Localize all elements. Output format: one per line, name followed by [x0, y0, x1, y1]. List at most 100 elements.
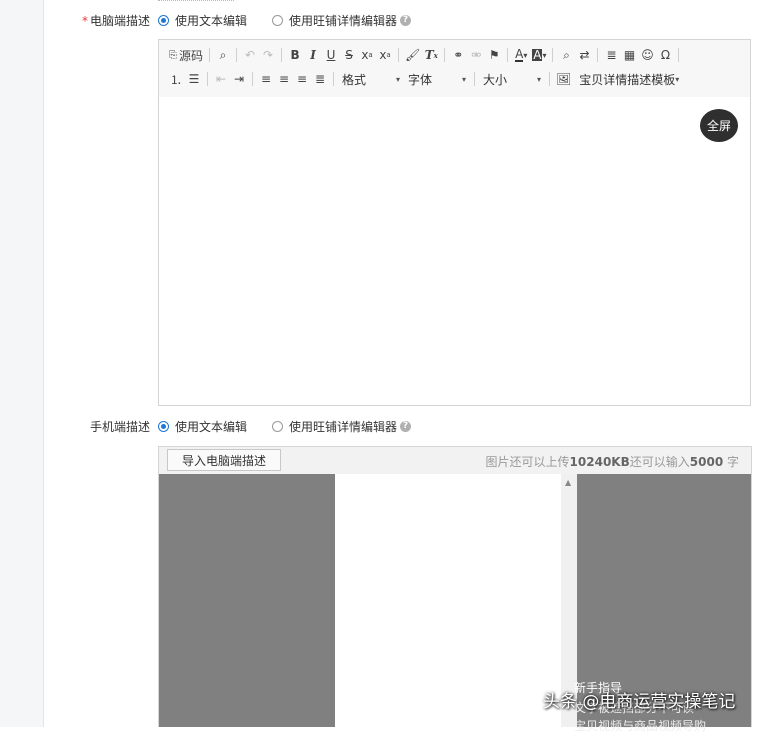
source-label: 源码	[179, 48, 204, 63]
separator	[549, 72, 550, 86]
separator	[552, 48, 554, 62]
watermark-text: 头条 @电商运营实操笔记	[543, 692, 736, 712]
chevron-down-icon: ▾	[395, 74, 400, 84]
align-right-icon[interactable]: ≡	[293, 70, 311, 88]
source-button[interactable]: ⎘ 源码	[167, 46, 205, 64]
editor-toolbar: ⎘ 源码 ⌕ ↶ ↷ B I U S xa xa 🖌 Tx ⚭ ⚮ ⚑ A ▾ A ▾…	[159, 40, 750, 98]
separator	[678, 48, 680, 62]
anchor-flag-icon[interactable]: ⚑	[485, 46, 503, 64]
separator	[252, 72, 253, 86]
chevron-down-icon: ▾	[461, 74, 466, 84]
font-dropdown[interactable]: 字体 ▾	[404, 70, 470, 88]
emoticon-icon[interactable]: ☺	[638, 46, 656, 64]
separator	[474, 72, 475, 86]
pc-radio-wangpu-editor[interactable]: 使用旺铺详情编辑器 ?	[272, 12, 412, 29]
radio-dot	[272, 421, 283, 432]
pc-rich-text-editor: ⎘ 源码 ⌕ ↶ ↷ B I U S xa xa 🖌 Tx ⚭ ⚮ ⚑ A ▾ A ▾…	[158, 39, 751, 406]
import-button-label: 导入电脑端描述	[181, 453, 266, 468]
pc-desc-label-text: 电脑端描述	[89, 14, 150, 28]
quota-suffix: 字	[723, 455, 739, 469]
left-sidebar	[0, 0, 44, 727]
subscript-icon[interactable]: xa	[358, 46, 376, 64]
mobile-desc-label-text: 手机端描述	[89, 420, 150, 434]
scroll-up-icon[interactable]: ▲	[565, 478, 571, 487]
redo-icon[interactable]: ↷	[259, 46, 277, 64]
mobile-preview-canvas[interactable]	[335, 474, 561, 727]
numbered-list-icon[interactable]: ⒈	[167, 70, 185, 88]
format-dropdown[interactable]: 格式 ▾	[338, 70, 404, 88]
font-label: 字体	[408, 72, 433, 87]
strikethrough-icon[interactable]: S	[340, 46, 358, 64]
pc-radio-text-label: 使用文本编辑	[175, 14, 248, 28]
import-pc-desc-button[interactable]: 导入电脑端描述	[167, 449, 281, 471]
quota-image-size: 10240KB	[569, 455, 630, 469]
required-mark: *	[81, 14, 88, 28]
template-label: 宝贝详情描述模板	[579, 72, 676, 87]
radio-dot	[272, 15, 283, 26]
pc-editor-content-area[interactable]: 全屏	[159, 97, 750, 405]
quota-prefix: 图片还可以上传	[485, 455, 570, 469]
size-label: 大小	[483, 72, 508, 87]
format-label: 格式	[342, 72, 367, 87]
italic-icon[interactable]: I	[304, 46, 322, 64]
help-icon[interactable]: ?	[400, 15, 412, 26]
separator	[209, 48, 211, 62]
toolbar-row-1: ⎘ 源码 ⌕ ↶ ↷ B I U S xa xa 🖌 Tx ⚭ ⚮ ⚑ A ▾ A ▾…	[167, 45, 683, 65]
bulleted-list-icon[interactable]: ☰	[185, 70, 203, 88]
chevron-down-icon: ▾	[675, 74, 680, 84]
undo-icon[interactable]: ↶	[241, 46, 259, 64]
clear-format-icon[interactable]: Tx	[422, 46, 440, 64]
align-center-icon[interactable]: ≡	[275, 70, 293, 88]
mobile-radio-text-editor[interactable]: 使用文本编辑	[158, 418, 247, 435]
replace-icon[interactable]: ⇄	[575, 46, 593, 64]
format-painter-icon[interactable]: 🖌	[403, 46, 422, 64]
separator	[207, 72, 208, 86]
unlink-icon[interactable]: ⚮	[467, 46, 485, 64]
find-icon[interactable]: ⌕	[557, 46, 575, 64]
pc-radio-wangpu-label: 使用旺铺详情编辑器	[289, 14, 398, 28]
guide-line-2: 宝贝视频与商品视频导购	[574, 719, 707, 733]
toolbar-row-2: ⒈ ☰ ⇤ ⇥ ≡ ≡ ≡ ≣ 格式 ▾ 字体 ▾ 大小 ▾ 🖼 宝贝详情描述模板 ▾	[167, 69, 683, 89]
align-left-icon[interactable]: ≡	[257, 70, 275, 88]
radio-dot-selected	[158, 421, 169, 432]
mobile-editor: 导入电脑端描述 图片还可以上传10240KB还可以输入5000 字 ▲ 新手指导…	[158, 446, 752, 733]
special-char-icon[interactable]: Ω	[656, 46, 674, 64]
source-icon: ⎘	[169, 49, 177, 61]
separator	[398, 48, 400, 62]
underline-icon[interactable]: U	[322, 46, 340, 64]
bold-icon[interactable]: B	[286, 46, 304, 64]
background-color-icon[interactable]: A ▾	[530, 46, 548, 64]
separator	[597, 48, 599, 62]
separator	[507, 48, 509, 62]
mobile-toolbar: 导入电脑端描述 图片还可以上传10240KB还可以输入5000 字	[159, 447, 751, 475]
preview-icon[interactable]: ⌕	[214, 46, 232, 64]
separator	[281, 48, 283, 62]
page-break-icon[interactable]: ≣	[602, 46, 620, 64]
link-icon[interactable]: ⚭	[449, 46, 467, 64]
size-dropdown[interactable]: 大小 ▾	[479, 70, 545, 88]
top-divider	[158, 0, 234, 3]
template-dropdown[interactable]: 宝贝详情描述模板 ▾	[573, 70, 683, 88]
indent-icon[interactable]: ⇥	[230, 70, 248, 88]
radio-dot-selected	[158, 15, 169, 26]
text-color-icon[interactable]: A ▾	[512, 46, 530, 64]
table-icon[interactable]: ▦	[620, 46, 638, 64]
chevron-down-icon: ▾	[536, 74, 541, 84]
separator	[333, 72, 334, 86]
fullscreen-button[interactable]: 全屏	[700, 109, 738, 142]
pc-radio-text-editor[interactable]: 使用文本编辑	[158, 12, 247, 29]
quota-char-count: 5000	[689, 455, 724, 469]
outdent-icon[interactable]: ⇤	[212, 70, 230, 88]
mobile-radio-wangpu-editor[interactable]: 使用旺铺详情编辑器 ?	[272, 418, 412, 435]
quota-middle: 还可以输入	[629, 455, 690, 469]
pc-desc-label: * 电脑端描述	[0, 12, 150, 29]
mobile-radio-text-label: 使用文本编辑	[175, 420, 248, 434]
image-icon[interactable]: 🖼	[554, 70, 573, 88]
mobile-left-overlay	[159, 474, 335, 727]
upload-quota-text: 图片还可以上传10240KB还可以输入5000 字	[486, 453, 739, 470]
help-icon[interactable]: ?	[400, 421, 412, 432]
superscript-icon[interactable]: xa	[376, 46, 394, 64]
separator	[236, 48, 238, 62]
align-justify-icon[interactable]: ≣	[311, 70, 329, 88]
mobile-desc-label: 手机端描述	[0, 418, 150, 435]
